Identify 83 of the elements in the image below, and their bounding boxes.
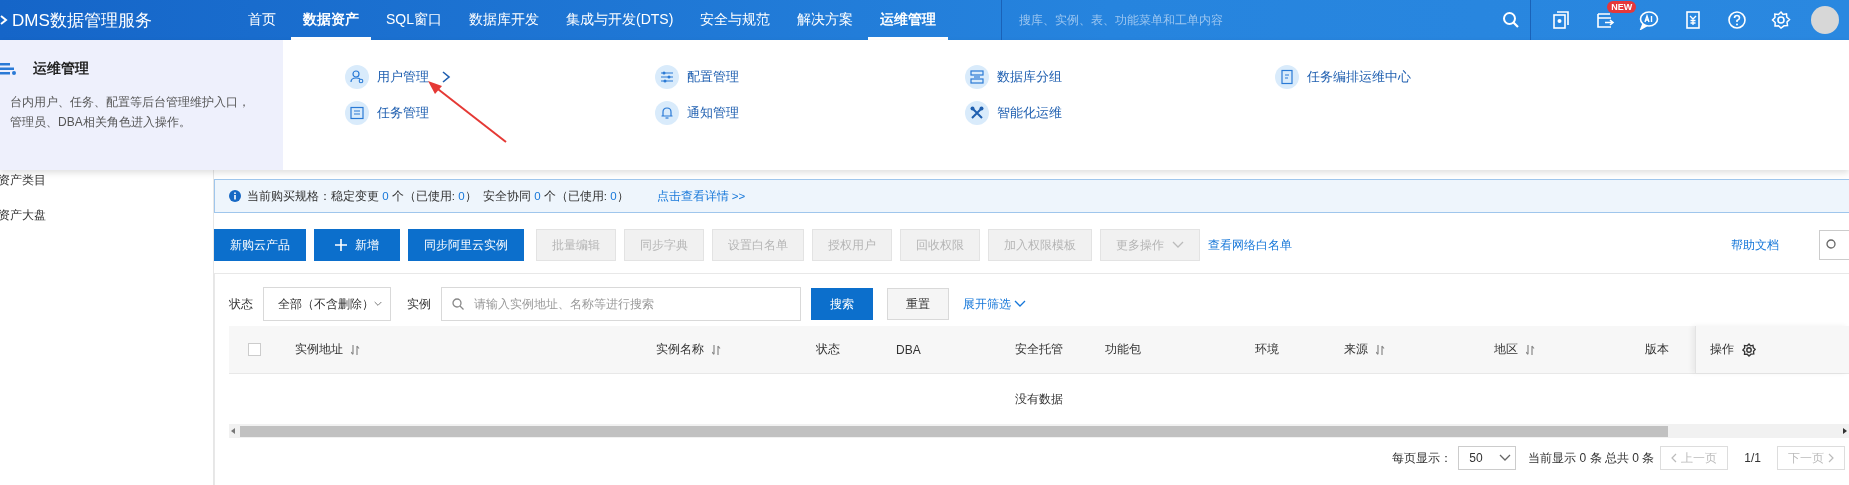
nav-tab[interactable]: 安全与规范 [688,0,783,40]
select-all-checkbox[interactable] [247,343,261,356]
search-icon [1826,239,1838,251]
scrollbar-thumb[interactable] [240,425,1668,437]
task-list-icon [349,105,365,121]
server-group-icon [969,69,985,85]
user-icon [349,69,365,85]
page-number: 1/1 [1744,451,1761,465]
column-header: 安全托管 [1015,341,1063,358]
whitelist-link[interactable]: 查看网络白名单 [1208,236,1292,254]
sort-icon[interactable] [351,344,360,355]
plus-icon [335,239,347,251]
chevron-left-icon [1671,453,1678,463]
menu-item[interactable]: 通知管理 [655,95,965,131]
column-header: 实例名称 [656,341,704,358]
nav-tab[interactable]: 集成与开发(DTS) [554,0,686,40]
column-header: 来源 [1344,341,1368,358]
status-label: 状态 [229,295,253,313]
instance-search-field[interactable]: 请输入实例地址、名称等进行搜索 [441,287,801,321]
panel-description: 管理员、DBA相关角色进入操作。 [10,114,192,131]
column-header: 地区 [1494,341,1518,358]
caret-icon [1172,241,1184,249]
column-header: 功能包 [1105,341,1141,358]
help-link[interactable]: 帮助文档 [1731,236,1779,254]
info-icon [229,190,241,202]
sort-icon[interactable] [1526,344,1535,355]
column-header: 环境 [1255,341,1279,358]
search-icon[interactable] [1502,11,1521,29]
menu-item[interactable]: 任务管理 [345,95,655,131]
search-icon [452,298,464,310]
export-icon[interactable] [1595,10,1616,30]
instance-label: 实例 [407,295,431,313]
menu-item[interactable]: 任务编排运维中心 [1275,59,1585,95]
copy-icon[interactable] [1551,10,1572,30]
chat-ai-icon[interactable] [1639,10,1660,30]
scroll-right-icon[interactable] [1841,427,1849,435]
caret-icon [1499,454,1512,462]
search-field[interactable]: 搜库、实例、表、功能菜单和工单内容 [1017,12,1442,28]
menu-item[interactable]: 数据库分组 [965,59,1275,95]
caret-icon [374,300,382,308]
nav-tab[interactable]: 数据库开发 [457,0,551,40]
tools-icon [969,105,985,121]
menu-item[interactable]: 智能化运维 [965,95,1275,131]
app-logo-title[interactable]: DMS数据管理服务 [12,8,152,32]
caret-icon [1014,300,1026,308]
empty-message: 没有数据 [1015,390,1063,408]
document-icon [1279,69,1295,85]
add-button[interactable]: 新增 [314,229,400,261]
column-header: DBA [896,342,921,357]
nav-tab[interactable]: 首页 [236,0,288,40]
toolbar-button[interactable]: 同步阿里云实例 [408,229,524,261]
column-header: 操作 [1710,341,1734,358]
notice-text: 当前购买规格：稳定变更 0 个（已使用: 0） 安全协同 0 个（已使用: 0） [247,188,629,204]
sliders-icon [659,69,675,85]
menu-item[interactable]: 配置管理 [655,59,965,95]
nav-tab[interactable]: 解决方案 [785,0,866,40]
sort-icon[interactable] [712,344,721,355]
search-button[interactable]: 搜索 [811,288,873,320]
chevron-icon [0,15,8,25]
column-header: 状态 [816,341,840,358]
menu-list-icon [0,63,16,75]
nav-tab[interactable]: SQL窗口 [374,0,454,40]
reset-button[interactable]: 重置 [887,288,949,320]
page-size-select[interactable]: 50 [1458,446,1517,470]
search-field[interactable] [1819,230,1849,260]
sort-icon[interactable] [1376,344,1385,355]
scroll-left-icon[interactable] [229,427,237,435]
status-select[interactable]: 全部（不含删除） [263,287,391,321]
settings-icon[interactable] [1742,342,1756,357]
details-link[interactable]: 点击查看详情 >> [656,188,746,204]
column-header: 版本 [1645,341,1669,358]
column-header: 实例地址 [295,341,343,358]
toolbar-button[interactable]: 新购云产品 [214,229,306,261]
panel-title: 运维管理 [33,60,89,78]
page-size-label: 每页显示： [1392,449,1453,467]
page-summary: 当前显示 0 条 总共 0 条 [1528,449,1655,467]
new-badge: NEW [1607,1,1637,13]
expand-filters-link[interactable]: 展开筛选 [963,295,1026,313]
panel-description: 台内用户、任务、配置等后台管理维护入口， [10,94,251,111]
bell-icon [659,105,675,121]
avatar-icon[interactable] [1811,6,1840,34]
chevron-right-icon [1828,453,1834,463]
help-icon[interactable] [1727,10,1748,30]
